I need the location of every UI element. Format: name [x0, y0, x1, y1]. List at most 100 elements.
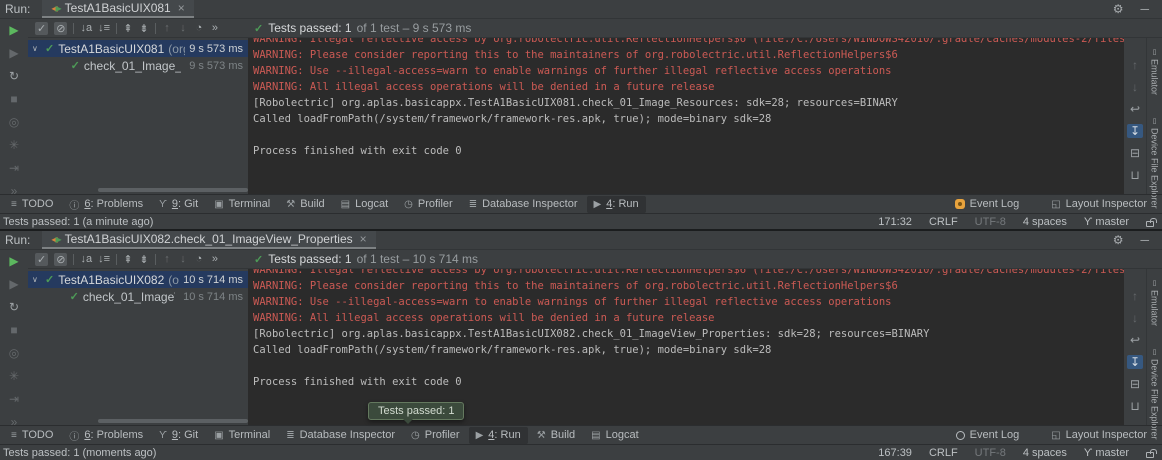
toolwindow-button-build[interactable]: ⚒ Build — [530, 427, 582, 444]
attach-debugger-button[interactable]: ✳ — [9, 138, 19, 152]
toolwindow-button-profiler[interactable]: ◷ Profiler — [397, 196, 460, 213]
scroll-down-button[interactable]: ↓ — [1132, 311, 1138, 325]
encoding-widget[interactable]: UTF-8 — [975, 216, 1006, 228]
toolwindow-button-build[interactable]: ⚒ Build — [279, 196, 331, 213]
stop-button[interactable]: ■ — [10, 92, 17, 106]
indent-widget[interactable]: 4 spaces — [1023, 216, 1067, 228]
rerun-failed-tests-button[interactable]: ▶ — [9, 46, 18, 60]
stop-button[interactable]: ■ — [10, 323, 17, 337]
run-tab[interactable]: ◀▶ TestA1BasicUIX082.check_01_ImageView_… — [42, 231, 375, 249]
toolwindow-button-logcat[interactable]: ▤ Logcat — [584, 427, 645, 444]
toolwindow-button-run[interactable]: ▶ 4: Run — [469, 427, 528, 444]
side-tab-emulator[interactable]: ▯ Emulator — [1150, 279, 1160, 326]
layout-inspector-button[interactable]: ◱ Layout Inspector — [1044, 428, 1154, 442]
more-toolbar-button[interactable]: » — [210, 253, 220, 265]
event-log-button[interactable]: Event Log — [948, 197, 1027, 211]
horizontal-scrollbar[interactable] — [98, 419, 248, 423]
toolwindow-button-problems[interactable]: ⓘ 6: Problems — [62, 427, 150, 444]
next-occurrence-button[interactable]: ↓ — [178, 253, 188, 265]
expand-all-button[interactable]: ⇟ — [139, 253, 149, 266]
scroll-down-button[interactable]: ↓ — [1132, 80, 1138, 94]
close-icon[interactable]: × — [360, 232, 367, 246]
sort-alphabetically-button[interactable]: ↓a — [80, 253, 92, 265]
toolwindow-button-database-inspector[interactable]: ≣ Database Inspector — [279, 427, 402, 444]
print-button[interactable]: ⊟ — [1130, 146, 1140, 160]
sort-alphabetically-button[interactable]: ↓a — [80, 22, 92, 34]
gear-icon[interactable]: ⚙ — [1113, 2, 1124, 16]
close-icon[interactable]: × — [178, 1, 185, 15]
scroll-up-button[interactable]: ↑ — [1132, 289, 1138, 303]
toolwindow-button-logcat[interactable]: ▤ Logcat — [334, 196, 395, 213]
soft-wrap-button[interactable]: ↩ — [1130, 102, 1140, 116]
exit-button[interactable]: ⇥ — [9, 161, 19, 175]
run-console[interactable]: WARNING: Illegal reflective access by or… — [248, 38, 1124, 194]
toolwindow-button-profiler[interactable]: ◷ Profiler — [404, 427, 467, 444]
more-options-button[interactable]: » — [11, 184, 18, 198]
caret-position-widget[interactable]: 171:32 — [878, 216, 912, 228]
line-separator-widget[interactable]: CRLF — [929, 216, 958, 228]
toolwindow-button-git[interactable]: ϒ 9: Git — [152, 196, 205, 213]
indent-widget[interactable]: 4 spaces — [1023, 447, 1067, 459]
sort-by-duration-button[interactable]: ↓≡ — [98, 253, 110, 265]
test-suite-row[interactable]: ∨ ✓ TestA1BasicUIX081 (org.aplas.basica … — [28, 40, 248, 57]
hide-panel-icon[interactable]: ─ — [1140, 2, 1149, 16]
encoding-widget[interactable]: UTF-8 — [975, 447, 1006, 459]
hide-panel-icon[interactable]: ─ — [1140, 233, 1149, 247]
line-separator-widget[interactable]: CRLF — [929, 447, 958, 459]
previous-occurrence-button[interactable]: ↑ — [162, 22, 172, 34]
rerun-failed-tests-button[interactable]: ▶ — [9, 277, 18, 291]
scroll-up-button[interactable]: ↑ — [1132, 58, 1138, 72]
more-options-button[interactable]: » — [11, 415, 18, 429]
test-case-row[interactable]: ✓ check_01_ImageView_Properties 10 s 714… — [28, 288, 248, 305]
next-occurrence-button[interactable]: ↓ — [178, 22, 188, 34]
scroll-to-end-button[interactable]: ↧ — [1127, 355, 1143, 369]
screenshot-button[interactable]: ◎ — [9, 346, 19, 360]
collapse-all-button[interactable]: ⇞ — [123, 253, 133, 266]
lock-icon[interactable] — [1146, 452, 1154, 458]
test-case-row[interactable]: ✓ check_01_Image_Resources 9 s 573 ms — [28, 57, 248, 74]
show-passed-toggle[interactable]: ✓ — [35, 253, 48, 266]
print-button[interactable]: ⊟ — [1130, 377, 1140, 391]
chevron-down-icon[interactable]: ∨ — [32, 44, 41, 53]
side-tab-emulator[interactable]: ▯ Emulator — [1150, 48, 1160, 95]
previous-occurrence-button[interactable]: ↑ — [162, 253, 172, 265]
chevron-down-icon[interactable]: ∨ — [32, 275, 41, 284]
toolwindow-button-todo[interactable]: ≡ TODO — [4, 196, 60, 213]
toggle-auto-test-button[interactable]: ↻ — [9, 69, 19, 83]
toolwindow-button-run[interactable]: ▶ 4: Run — [587, 196, 646, 213]
toolwindow-button-terminal[interactable]: ▣ Terminal — [207, 196, 277, 213]
attach-debugger-button[interactable]: ✳ — [9, 369, 19, 383]
scroll-to-end-button[interactable]: ↧ — [1127, 124, 1143, 138]
gear-icon[interactable]: ⚙ — [1113, 233, 1124, 247]
show-ignored-toggle[interactable]: ⊘ — [54, 22, 67, 35]
test-history-button[interactable]: ◔ — [194, 253, 204, 265]
toolwindow-button-database-inspector[interactable]: ≣ Database Inspector — [462, 196, 585, 213]
rerun-button[interactable]: ▶ — [9, 254, 18, 268]
toggle-auto-test-button[interactable]: ↻ — [9, 300, 19, 314]
test-history-button[interactable]: ◔ — [194, 22, 204, 34]
test-suite-row[interactable]: ∨ ✓ TestA1BasicUIX082 (org.aplas.basica … — [28, 271, 248, 288]
caret-position-widget[interactable]: 167:39 — [878, 447, 912, 459]
toolwindow-button-todo[interactable]: ≡ TODO — [4, 427, 60, 444]
screenshot-button[interactable]: ◎ — [9, 115, 19, 129]
horizontal-scrollbar[interactable] — [98, 188, 248, 192]
toolwindow-button-git[interactable]: ϒ 9: Git — [152, 427, 205, 444]
soft-wrap-button[interactable]: ↩ — [1130, 333, 1140, 347]
lock-icon[interactable] — [1146, 221, 1154, 227]
show-passed-toggle[interactable]: ✓ — [35, 22, 48, 35]
toolwindow-button-problems[interactable]: ⓘ 6: Problems — [62, 196, 150, 213]
git-branch-widget[interactable]: ϒ master — [1084, 216, 1129, 228]
clear-all-button[interactable]: ⊔ — [1130, 168, 1139, 182]
clear-all-button[interactable]: ⊔ — [1130, 399, 1139, 413]
git-branch-widget[interactable]: ϒ master — [1084, 447, 1129, 459]
show-ignored-toggle[interactable]: ⊘ — [54, 253, 67, 266]
event-log-button[interactable]: Event Log — [949, 428, 1027, 442]
more-toolbar-button[interactable]: » — [210, 22, 220, 34]
collapse-all-button[interactable]: ⇞ — [123, 22, 133, 35]
expand-all-button[interactable]: ⇟ — [139, 22, 149, 35]
run-tab[interactable]: ◀▶ TestA1BasicUIX081 × — [42, 0, 193, 18]
layout-inspector-button[interactable]: ◱ Layout Inspector — [1044, 197, 1154, 211]
sort-by-duration-button[interactable]: ↓≡ — [98, 22, 110, 34]
exit-button[interactable]: ⇥ — [9, 392, 19, 406]
toolwindow-button-terminal[interactable]: ▣ Terminal — [207, 427, 277, 444]
